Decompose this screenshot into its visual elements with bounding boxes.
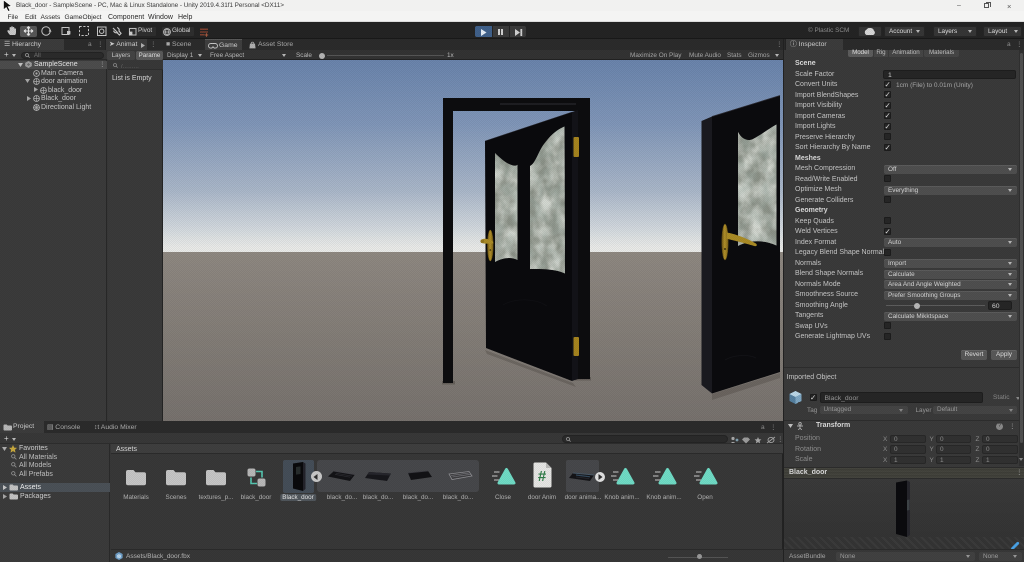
svg-text:#: #: [538, 468, 547, 485]
